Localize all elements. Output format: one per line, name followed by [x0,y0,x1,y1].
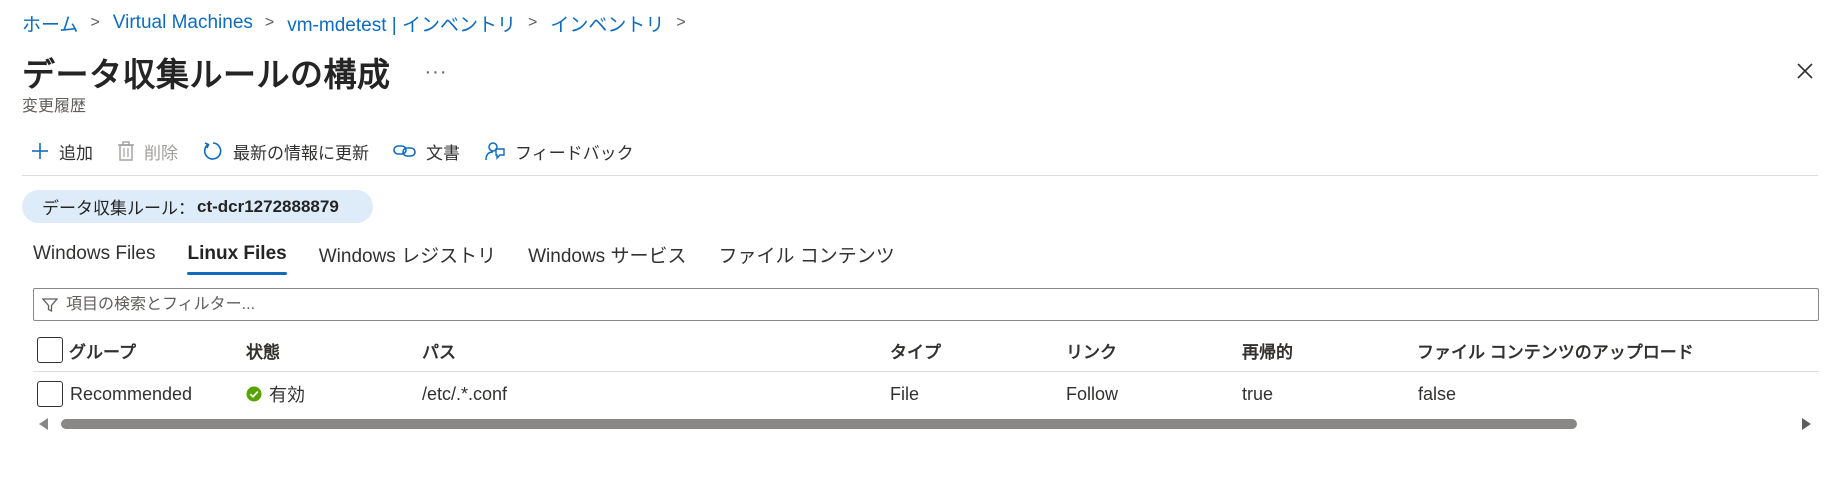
plus-icon [32,143,48,159]
page-subtitle: 変更履歴 [22,98,87,115]
dcr-label: データ収集ルール： [42,199,195,218]
docs-button-label: 文書 [426,143,460,163]
delete-button-label: 削除 [144,143,178,163]
more-options-icon[interactable]: ··· [425,61,448,84]
column-header-status[interactable]: 状態 [246,328,280,372]
docs-button[interactable]: 文書 [393,139,460,164]
toolbar-divider [22,175,1818,176]
refresh-button-label: 最新の情報に更新 [233,143,369,163]
column-header-path[interactable]: パス [422,328,456,372]
tab-windows-registry[interactable]: Windows レジストリ [319,236,496,272]
scroll-left-arrow-icon[interactable] [39,418,48,430]
check-circle-icon [246,386,262,402]
tab-linux-files[interactable]: Linux Files [187,236,287,275]
filter-input[interactable] [66,295,1766,314]
cell-recursive: true [1242,383,1274,404]
breadcrumb-home[interactable]: ホーム [22,10,78,37]
feedback-button-label: フィードバック [515,143,634,163]
chevron-right-icon: > [90,14,100,31]
select-all-checkbox[interactable] [37,337,63,363]
tab-list: Windows Files Linux Files Windows レジストリ … [33,236,927,275]
tab-file-content[interactable]: ファイル コンテンツ [718,236,894,272]
breadcrumb-inventory[interactable]: インベントリ [550,10,664,37]
link-icon [393,145,416,157]
title-row: データ収集ルールの構成 ··· [22,48,447,96]
items-grid: グループ 状態 パス タイプ リンク 再帰的 ファイル コンテンツのアップロード… [33,328,1819,414]
feedback-icon [485,142,505,161]
row-checkbox[interactable] [37,381,63,407]
row-select-cell [37,372,63,414]
tab-windows-services[interactable]: Windows サービス [528,236,686,272]
column-header-upload[interactable]: ファイル コンテンツのアップロード [1417,328,1694,372]
chevron-right-icon: > [527,14,538,31]
refresh-icon [203,142,222,160]
horizontal-scrollbar[interactable] [33,414,1819,434]
column-header-group[interactable]: グループ [69,328,136,372]
status-text: 有効 [269,385,305,405]
table-row[interactable]: Recommended 有効 /etc/.*.conf File Follow … [33,372,1819,414]
close-icon [1797,63,1813,79]
select-all-cell [37,328,63,372]
refresh-button[interactable]: 最新の情報に更新 [202,139,369,164]
page-title: データ収集ルールの構成 [22,56,391,93]
close-button[interactable] [1792,58,1818,84]
cell-type: File [890,383,920,404]
table-header-row: グループ 状態 パス タイプ リンク 再帰的 ファイル コンテンツのアップロード [33,328,1819,372]
command-bar: 追加 削除 最新の情報に更新 文書 フィードバック [30,136,658,166]
column-header-recursive[interactable]: 再帰的 [1242,328,1293,372]
chevron-right-icon: > [676,14,686,31]
filter-icon [42,297,58,312]
filter-box [33,288,1819,321]
breadcrumb: ホーム > Virtual Machines > vm-mdetest | イン… [22,10,699,36]
add-button-label: 追加 [59,143,93,163]
chevron-right-icon: > [264,14,275,31]
cell-upload: false [1418,383,1457,404]
breadcrumb-virtual-machines[interactable]: Virtual Machines [113,12,253,34]
add-button[interactable]: 追加 [30,139,93,164]
dcr-pill: データ収集ルール： ct-dcr1272888879 [22,190,373,223]
column-header-link[interactable]: リンク [1066,328,1117,372]
column-header-type[interactable]: タイプ [890,328,941,372]
cell-link: Follow [1066,383,1119,404]
cell-status: 有効 [246,372,305,414]
cell-group: Recommended [70,383,193,404]
cell-path: /etc/.*.conf [422,383,508,404]
feedback-button[interactable]: フィードバック [484,139,634,164]
tab-windows-files[interactable]: Windows Files [33,236,155,272]
breadcrumb-vm-inventory[interactable]: vm-mdetest | インベントリ [287,10,516,37]
trash-icon [118,141,134,161]
dcr-value: ct-dcr1272888879 [197,196,339,216]
scroll-right-arrow-icon[interactable] [1802,418,1811,430]
delete-button[interactable]: 削除 [117,139,178,164]
scrollbar-thumb[interactable] [61,419,1577,429]
